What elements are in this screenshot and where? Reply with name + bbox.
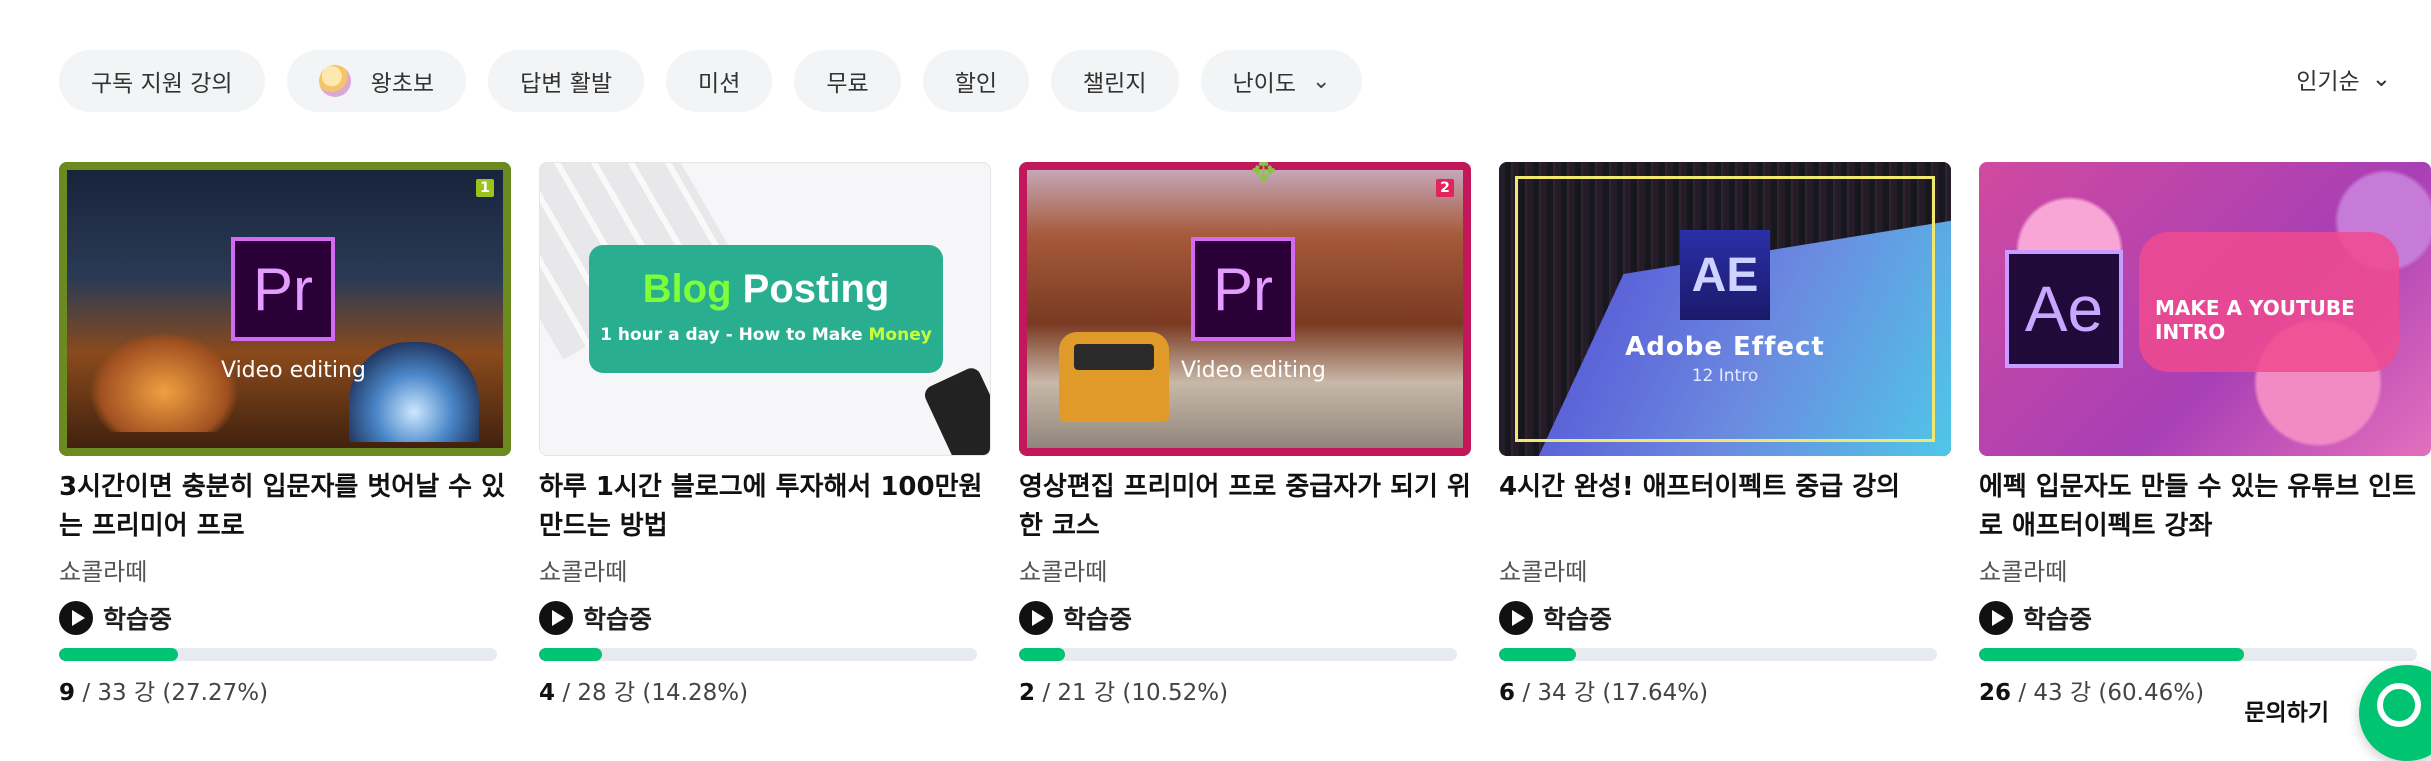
filter-bar: 구독 지원 강의 왕초보 답변 활발 미션 무료 할인 챌린지 난이도 ⌄ <box>59 50 1363 112</box>
course-card[interactable]: Blog Posting 1 hour a day - How to Make … <box>539 162 991 707</box>
thumbnail-subcaption: 12 Intro <box>1691 366 1759 386</box>
progress-detail: / 43 강 (60.46%) <box>2011 680 2205 706</box>
progress-fill <box>1979 648 2244 661</box>
course-card[interactable]: Pr Video editing 2 ✥ 영상편집 프리미어 프로 중급자가 되… <box>1019 162 1471 707</box>
progress-fill <box>539 648 602 661</box>
rank-badge: 2 <box>1436 179 1454 197</box>
filter-label: 구독 지원 강의 <box>91 71 233 97</box>
progress-text: 9 / 33 강 (27.27%) <box>59 673 511 707</box>
progress-bar <box>1979 648 2417 661</box>
course-title[interactable]: 에펙 입문자도 만들 수 있는 유튜브 인트로 애프터이펙트 강좌 <box>1979 468 2431 546</box>
filter-chip-subscription[interactable]: 구독 지원 강의 <box>59 50 265 112</box>
learning-status: 학습중 <box>1979 600 2431 636</box>
progress-detail: / 34 강 (17.64%) <box>1515 680 1709 706</box>
chick-icon <box>318 65 351 97</box>
progress-detail: / 21 강 (10.52%) <box>1035 680 1229 706</box>
filter-label: 답변 활발 <box>520 71 613 97</box>
move-cursor-icon: ✥ <box>1251 162 1277 189</box>
completed-lessons: 26 <box>1979 680 2012 706</box>
course-title[interactable]: 하루 1시간 블로그에 투자해서 100만원 만드는 방법 <box>539 468 991 546</box>
blog-word: Blog <box>642 267 732 311</box>
after-effects-logo: AE <box>1680 230 1770 320</box>
progress-detail: / 33 강 (27.27%) <box>75 680 269 706</box>
after-effects-logo: Ae <box>2005 250 2123 368</box>
chevron-down-icon: ⌄ <box>1311 68 1331 94</box>
course-author: 쇼콜라떼 <box>539 558 628 586</box>
progress-bar <box>59 648 497 661</box>
chevron-down-icon: ⌄ <box>2371 66 2391 92</box>
filter-label: 할인 <box>954 71 998 97</box>
rank-badge: 1 <box>476 179 494 197</box>
filter-label: 난이도 <box>1232 71 1296 97</box>
course-card[interactable]: Ae MAKE A YOUTUBE INTRO 에펙 입문자도 만들 수 있는 … <box>1979 162 2431 707</box>
course-card[interactable]: Pr Video editing 1 3시간이면 충분히 입문자를 벗어날 수 … <box>59 162 511 707</box>
sort-label: 인기순 <box>2296 69 2360 95</box>
posting-word: Posting <box>742 267 890 311</box>
status-label: 학습중 <box>1543 605 1613 634</box>
course-thumbnail[interactable]: Pr Video editing 1 <box>59 162 511 456</box>
course-thumbnail[interactable]: Pr Video editing 2 ✥ <box>1019 162 1471 456</box>
course-thumbnail[interactable]: Ae MAKE A YOUTUBE INTRO <box>1979 162 2431 456</box>
filter-chip-difficulty[interactable]: 난이도 ⌄ <box>1200 50 1363 112</box>
filter-chip-free[interactable]: 무료 <box>794 50 901 112</box>
status-label: 학습중 <box>583 605 653 634</box>
filter-chip-beginner[interactable]: 왕초보 <box>286 50 467 112</box>
course-title[interactable]: 3시간이면 충분히 입문자를 벗어날 수 있는 프리미어 프로 <box>59 468 511 546</box>
progress-fill <box>59 648 179 661</box>
status-label: 학습중 <box>2023 605 2093 634</box>
progress-text: 6 / 34 강 (17.64%) <box>1499 673 1951 707</box>
course-title[interactable]: 4시간 완성! 애프터이펙트 중급 강의 <box>1499 468 1951 546</box>
thumbnail-subtitle: 1 hour a day - How to Make <box>600 325 863 345</box>
completed-lessons: 4 <box>539 680 556 706</box>
filter-chip-discount[interactable]: 할인 <box>922 50 1030 112</box>
filter-chip-mission[interactable]: 미션 <box>666 50 773 112</box>
play-icon <box>1499 601 1533 635</box>
learning-status: 학습중 <box>59 600 511 636</box>
premiere-logo: Pr <box>231 237 335 341</box>
progress-text: 4 / 28 강 (14.28%) <box>539 673 991 707</box>
sort-dropdown[interactable]: 인기순 ⌄ <box>2296 62 2391 96</box>
progress-bar <box>1499 648 1937 661</box>
progress-bar <box>539 648 977 661</box>
thumbnail-caption: Video editing <box>221 358 366 383</box>
filter-label: 미션 <box>698 71 741 97</box>
course-card[interactable]: AE Adobe Effect 12 Intro 4시간 완성! 애프터이펙트 … <box>1499 162 1951 707</box>
contact-label[interactable]: 문의하기 <box>2232 687 2341 733</box>
play-icon <box>1019 601 1053 635</box>
filter-label: 무료 <box>826 71 869 97</box>
learning-status: 학습중 <box>1499 600 1951 636</box>
course-thumbnail[interactable]: Blog Posting 1 hour a day - How to Make … <box>539 162 991 456</box>
thumbnail-caption: Video editing <box>1181 358 1326 383</box>
learning-status: 학습중 <box>539 600 991 636</box>
course-author: 쇼콜라떼 <box>1979 558 2068 586</box>
course-thumbnail[interactable]: AE Adobe Effect 12 Intro <box>1499 162 1951 456</box>
course-title[interactable]: 영상편집 프리미어 프로 중급자가 되기 위한 코스 <box>1019 468 1471 546</box>
completed-lessons: 2 <box>1019 680 1036 706</box>
filter-chip-challenge[interactable]: 챌린지 <box>1051 50 1179 112</box>
course-author: 쇼콜라떼 <box>1019 558 1108 586</box>
premiere-logo: Pr <box>1191 237 1295 341</box>
course-author: 쇼콜라떼 <box>59 558 148 586</box>
status-label: 학습중 <box>103 605 173 634</box>
completed-lessons: 6 <box>1499 680 1516 706</box>
progress-fill <box>1499 648 1577 661</box>
progress-bar <box>1019 648 1457 661</box>
filter-label: 왕초보 <box>370 71 435 97</box>
course-author: 쇼콜라떼 <box>1499 558 1588 586</box>
filter-label: 챌린지 <box>1083 71 1147 97</box>
status-label: 학습중 <box>1063 605 1133 634</box>
play-icon <box>1979 601 2013 635</box>
progress-fill <box>1019 648 1066 661</box>
completed-lessons: 9 <box>59 680 76 706</box>
learning-status: 학습중 <box>1019 600 1471 636</box>
thumbnail-caption: MAKE A YOUTUBE INTRO <box>2155 296 2355 344</box>
play-icon <box>539 601 573 635</box>
play-icon <box>59 601 93 635</box>
money-word: Money <box>868 325 932 345</box>
thumbnail-caption: Adobe Effect <box>1625 332 1825 362</box>
progress-detail: / 28 강 (14.28%) <box>555 680 749 706</box>
progress-text: 2 / 21 강 (10.52%) <box>1019 673 1471 707</box>
filter-chip-active-answers[interactable]: 답변 활발 <box>488 50 645 112</box>
